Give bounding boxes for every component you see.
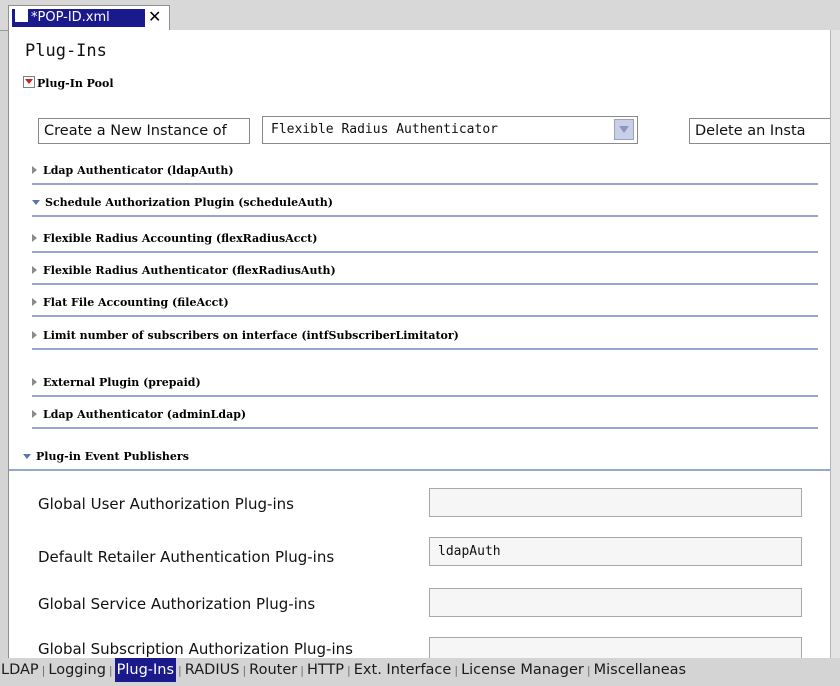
expand-arrow-icon[interactable] [32, 166, 37, 174]
tab-ldap[interactable]: LDAP [0, 658, 40, 682]
tab-http[interactable]: HTTP [306, 658, 345, 682]
plugin-row-intfsubscriberlimitator[interactable]: Limit number of subscribers on interface… [32, 326, 818, 350]
plugin-row-label: Flexible Radius Authenticator (flexRadiu… [43, 264, 336, 277]
vertical-scrollbar[interactable] [830, 30, 840, 658]
collapse-toggle-icon[interactable] [23, 76, 35, 88]
delete-instance-button[interactable]: Delete an Insta [689, 118, 833, 144]
create-instance-button[interactable]: Create a New Instance of [38, 118, 250, 144]
expand-arrow-icon[interactable] [32, 298, 37, 306]
global-subscription-auth-input[interactable] [429, 637, 802, 658]
global-subscription-auth-label: Global Subscription Authorization Plug-i… [38, 640, 353, 658]
plugin-row-ldapauth[interactable]: Ldap Authenticator (ldapAuth) [32, 161, 818, 185]
global-service-auth-input[interactable] [429, 588, 802, 617]
section-event-publishers-title: Plug-in Event Publishers [36, 450, 189, 463]
global-service-auth-label: Global Service Authorization Plug-ins [38, 595, 316, 613]
tab-miscellaneas[interactable]: Miscellaneas [593, 658, 687, 682]
page-title: Plug-Ins [25, 41, 107, 61]
bottom-tab-bar: LDAP | Logging | Plug-Ins | RADIUS | Router | HTTP… [0, 658, 840, 686]
plugin-row-prepaid[interactable]: External Plugin (prepaid) [32, 373, 818, 397]
plugin-row-label: Flat File Accounting (fileAcct) [43, 296, 229, 309]
section-event-publishers-header[interactable]: Plug-in Event Publishers [23, 450, 189, 463]
tab-ext-interface[interactable]: Ext. Interface [353, 658, 453, 682]
plugin-row-adminldap[interactable]: Ldap Authenticator (adminLdap) [32, 405, 818, 429]
tab-radius[interactable]: RADIUS [184, 658, 241, 682]
expand-arrow-icon[interactable] [32, 234, 37, 242]
editor-tab-bar: *POP-ID.xml ✕ [0, 0, 840, 31]
section-plugin-pool-title: Plug-In Pool [37, 77, 114, 90]
editor-tab-pop-id[interactable]: *POP-ID.xml ✕ [8, 5, 170, 30]
global-user-auth-input[interactable] [429, 488, 802, 517]
tab-separator: | [41, 664, 46, 677]
tab-logging[interactable]: Logging [47, 658, 107, 682]
global-user-auth-label: Global User Authorization Plug-ins [38, 495, 294, 513]
plugin-row-label: Ldap Authenticator (ldapAuth) [43, 164, 234, 177]
plugin-row-label: Limit number of subscribers on interface… [43, 329, 459, 342]
tab-separator: | [300, 664, 304, 677]
default-retailer-auth-label: Default Retailer Authentication Plug-ins [38, 548, 335, 566]
expand-arrow-icon[interactable] [32, 266, 37, 274]
collapse-arrow-icon[interactable] [32, 200, 40, 205]
plugin-type-select[interactable]: Flexible Radius Authenticator [262, 116, 638, 144]
tab-plug-ins[interactable]: Plug-Ins [114, 658, 177, 682]
section-plugin-pool-header[interactable]: Plug-In Pool [23, 76, 114, 90]
expand-arrow-icon[interactable] [32, 378, 37, 386]
tab-separator: | [454, 664, 459, 677]
expand-arrow-icon[interactable] [32, 331, 37, 339]
chevron-down-icon[interactable] [614, 119, 634, 140]
plugin-row-flexradiusacct[interactable]: Flexible Radius Accounting (flexRadiusAc… [32, 229, 818, 253]
plugin-row-label: External Plugin (prepaid) [43, 376, 201, 389]
default-retailer-auth-input[interactable]: ldapAuth [429, 537, 802, 566]
tab-separator: | [586, 664, 591, 677]
plugin-type-selected: Flexible Radius Authenticator [271, 122, 498, 137]
tab-router[interactable]: Router [248, 658, 298, 682]
plugin-row-label: Flexible Radius Accounting (flexRadiusAc… [43, 232, 318, 245]
tab-separator: | [242, 664, 247, 677]
tab-separator: | [347, 664, 351, 677]
document-icon [15, 9, 28, 22]
editor-tab-title: *POP-ID.xml [31, 10, 110, 25]
collapse-arrow-icon[interactable] [23, 454, 31, 459]
expand-arrow-icon[interactable] [32, 410, 37, 418]
tab-separator: | [178, 664, 182, 677]
plugin-row-label: Ldap Authenticator (adminLdap) [43, 408, 247, 421]
editor-tab-title-box[interactable]: *POP-ID.xml [12, 9, 145, 27]
plugin-row-flexradiusauth[interactable]: Flexible Radius Authenticator (flexRadiu… [32, 261, 818, 285]
close-icon[interactable]: ✕ [148, 7, 161, 27]
plugins-page: Plug-Ins Plug-In Pool Create a New Insta… [8, 30, 834, 658]
tab-license-manager[interactable]: License Manager [460, 658, 585, 682]
section-divider [9, 469, 833, 471]
plugin-row-fileacct[interactable]: Flat File Accounting (fileAcct) [32, 293, 818, 317]
plugin-row-scheduleauth[interactable]: Schedule Authorization Plugin (scheduleA… [32, 193, 818, 217]
tab-separator: | [108, 664, 113, 677]
plugin-row-label: Schedule Authorization Plugin (scheduleA… [45, 196, 333, 209]
